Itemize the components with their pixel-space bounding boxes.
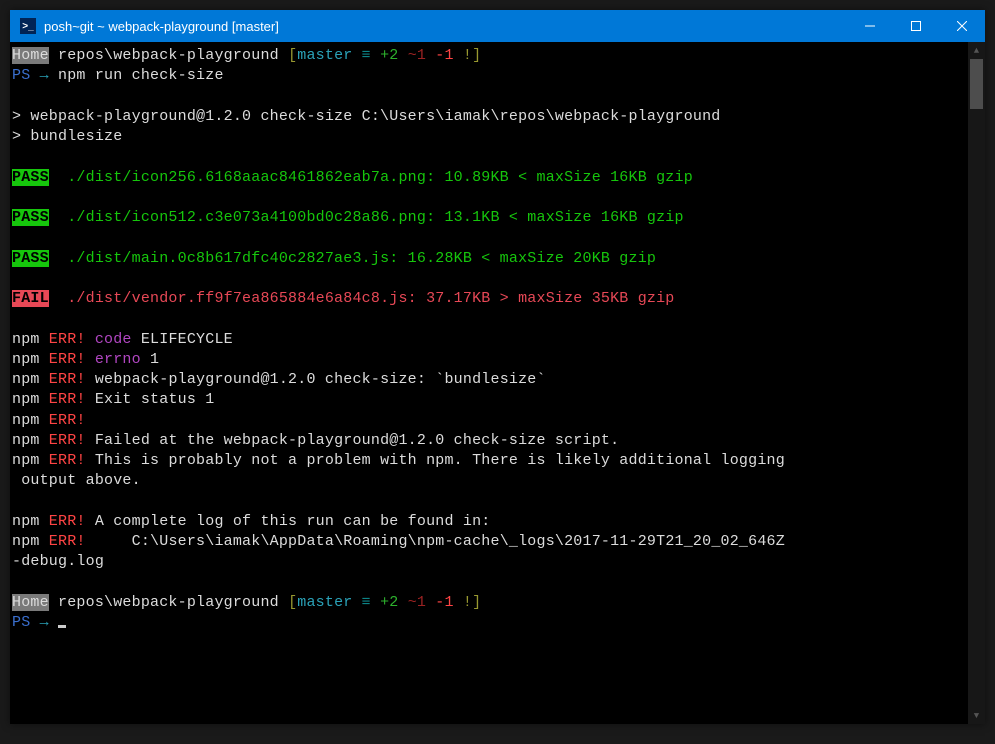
result-line: ./dist/icon256.6168aaac8461862eab7a.png:… (49, 169, 693, 186)
result-line: ./dist/main.0c8b617dfc40c2827ae3.js: 16.… (49, 250, 656, 267)
terminal-window: >_ posh~git ~ webpack-playground [master… (10, 10, 985, 724)
command: npm run check-size (58, 67, 224, 84)
status-badge: PASS (12, 169, 49, 186)
scroll-up-arrow[interactable]: ▲ (968, 42, 985, 59)
npm-run-header: > webpack-playground@1.2.0 check-size C:… (12, 108, 721, 125)
scroll-down-arrow[interactable]: ▼ (968, 707, 985, 724)
ps-prefix: PS (12, 67, 30, 84)
prompt-home: Home (12, 594, 49, 611)
result-line: ./dist/vendor.ff9f7ea865884e6a84c8.js: 3… (49, 290, 675, 307)
terminal-body: Home repos\webpack-playground [master ≡ … (10, 42, 985, 724)
close-button[interactable] (939, 10, 985, 42)
terminal-output[interactable]: Home repos\webpack-playground [master ≡ … (10, 42, 968, 724)
minimize-button[interactable] (847, 10, 893, 42)
titlebar[interactable]: >_ posh~git ~ webpack-playground [master… (10, 10, 985, 42)
status-badge: PASS (12, 250, 49, 267)
scrollbar-thumb[interactable] (970, 59, 983, 109)
maximize-button[interactable] (893, 10, 939, 42)
cursor (58, 625, 66, 628)
prompt-home: Home (12, 47, 49, 64)
result-line: ./dist/icon512.c3e073a4100bd0c28a86.png:… (49, 209, 684, 226)
vertical-scrollbar[interactable]: ▲ ▼ (968, 42, 985, 724)
ps-prefix: PS (12, 614, 30, 631)
status-badge: FAIL (12, 290, 49, 307)
window-controls (847, 10, 985, 42)
status-badge: PASS (12, 209, 49, 226)
powershell-icon: >_ (20, 18, 36, 34)
window-title: posh~git ~ webpack-playground [master] (44, 19, 847, 34)
